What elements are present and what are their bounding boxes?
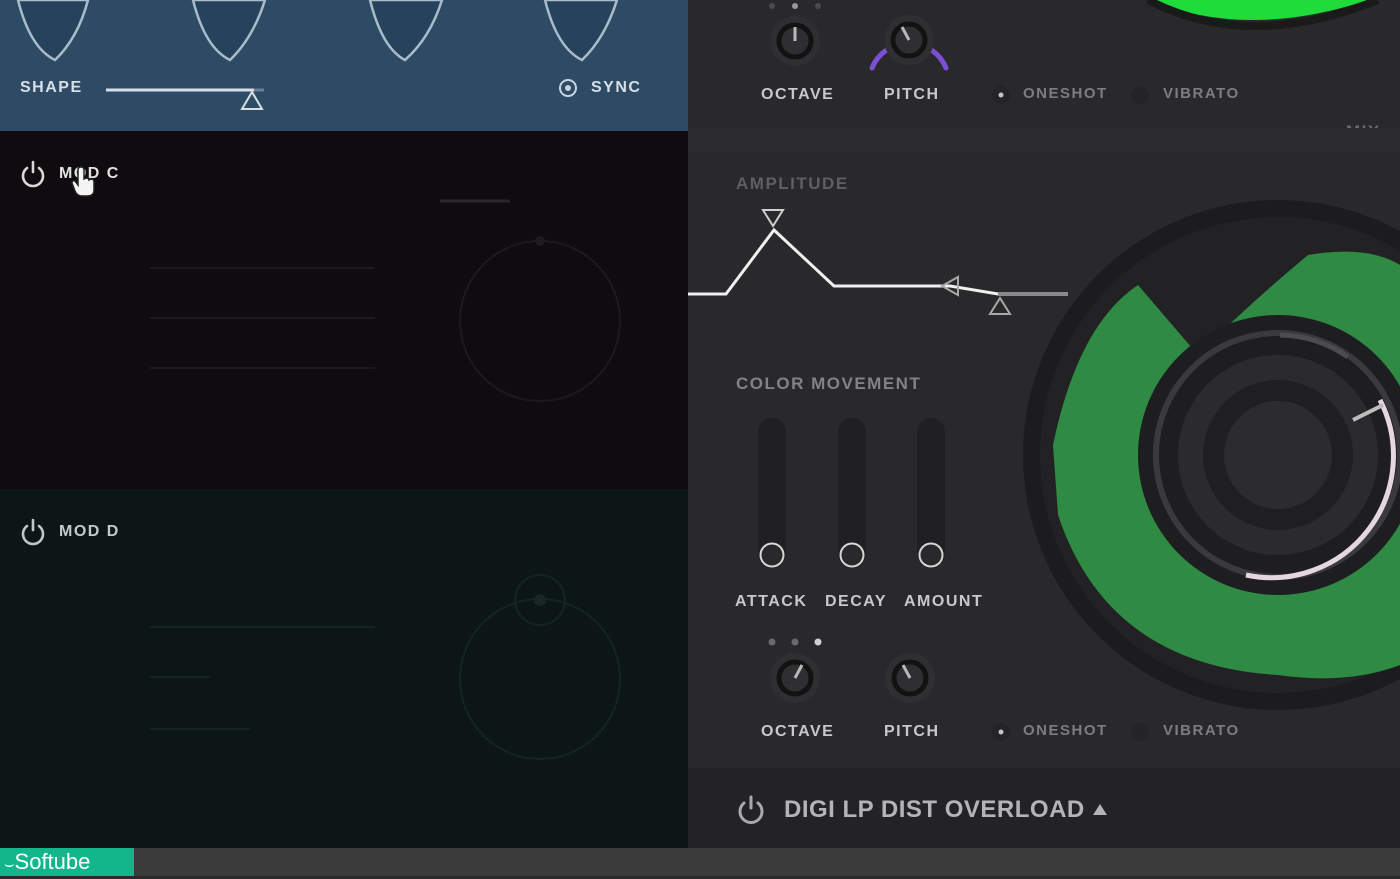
octave-knob-top[interactable] — [766, 14, 824, 68]
preset-menu-triangle-icon[interactable] — [1091, 801, 1109, 817]
color-movement-title: COLOR MOVEMENT — [736, 374, 922, 393]
amount-label: AMOUNT — [904, 593, 984, 610]
pitch-knob-bottom[interactable] — [881, 651, 939, 705]
pitch-label-bottom: PITCH — [884, 723, 940, 740]
vibrato-label-top: VIBRATO — [1163, 85, 1240, 102]
attack-label: ATTACK — [735, 593, 808, 610]
oneshot-label-bottom: ONESHOT — [1023, 722, 1108, 739]
brand-check-icon: ⌣ — [4, 856, 15, 873]
octave-selector-dots-bottom[interactable] — [766, 634, 830, 652]
section-divider — [688, 128, 1400, 152]
decay-label: DECAY — [825, 593, 888, 610]
shape-slider[interactable] — [104, 82, 269, 112]
mod-b-panel: SHAPE SYNC — [0, 0, 688, 131]
preset-power-icon[interactable] — [736, 794, 766, 826]
color-knob[interactable] — [1158, 355, 1368, 565]
oneshot-radio-top[interactable] — [990, 84, 1012, 106]
mod-c-dimmed-controls — [150, 199, 621, 402]
release-handle — [988, 296, 1012, 315]
mod-c-panel: MOD C — [0, 131, 688, 489]
brand-name: Softube — [14, 849, 91, 874]
octave-label-top: OCTAVE — [761, 86, 835, 103]
decay-slider-handle[interactable] — [838, 541, 866, 569]
softube-logo[interactable]: ⌣Softube — [0, 848, 134, 876]
mod-d-dimmed-controls — [150, 574, 621, 760]
vibrato-radio-bottom[interactable] — [1129, 721, 1151, 743]
preset-name[interactable]: DIGI LP DIST OVERLOAD — [784, 796, 1085, 824]
sync-toggle-icon[interactable] — [558, 78, 580, 100]
attack-slider-handle[interactable] — [758, 541, 786, 569]
preset-bar: DIGI LP DIST OVERLOAD — [688, 768, 1400, 848]
octave-label-bottom: OCTAVE — [761, 723, 835, 740]
oneshot-radio-bottom[interactable] — [990, 721, 1012, 743]
amount-slider-handle[interactable] — [917, 541, 945, 569]
pitch-knob-top[interactable] — [864, 0, 954, 72]
synth-panel: OCTAVE PITCH ONESHOT VIBRATO MIX AMPLITU… — [688, 0, 1400, 768]
bottom-status-strip — [0, 848, 1400, 876]
sync-label: SYNC — [591, 79, 642, 96]
pitch-label-top: PITCH — [884, 86, 940, 103]
attack-handle — [761, 209, 785, 228]
vibrato-radio-top[interactable] — [1129, 84, 1151, 106]
amplitude-label: AMPLITUDE — [736, 174, 849, 193]
mod-d-panel: MOD D — [0, 489, 688, 848]
vibrato-label-bottom: VIBRATO — [1163, 722, 1240, 739]
oneshot-label-top: ONESHOT — [1023, 85, 1108, 102]
shape-label: SHAPE — [20, 79, 83, 96]
octave-knob-bottom[interactable] — [766, 651, 824, 705]
top-green-display — [1146, 0, 1380, 30]
